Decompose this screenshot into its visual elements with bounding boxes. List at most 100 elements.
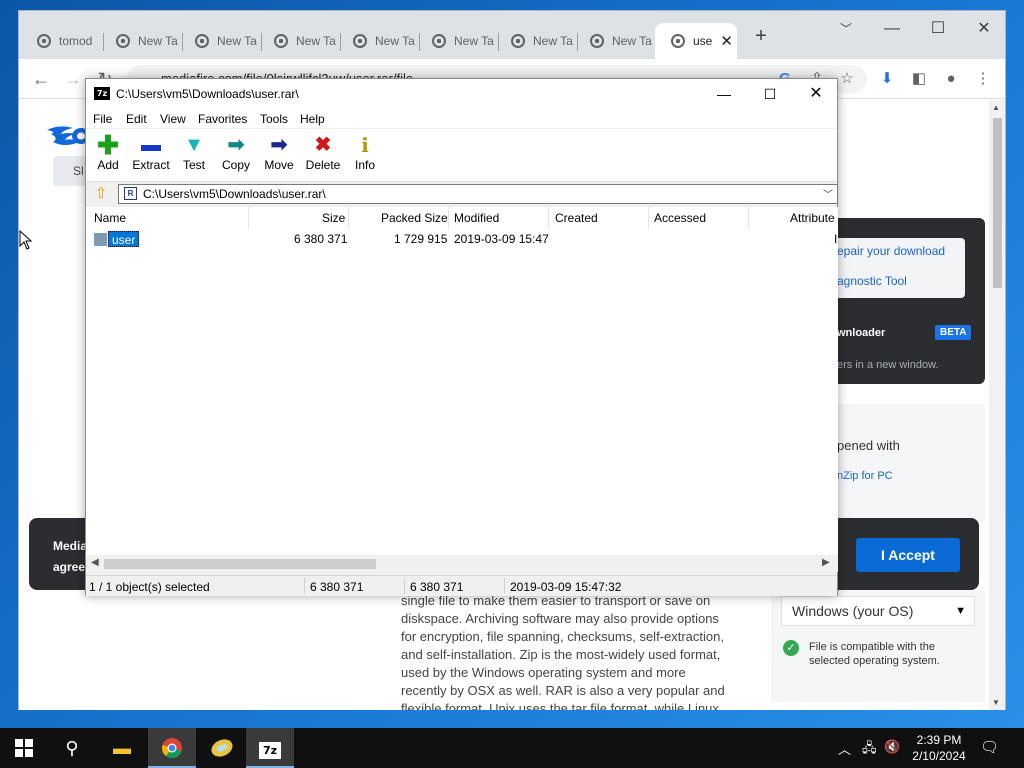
close-button[interactable]: ✕: [793, 79, 839, 109]
sevenzip-icon: 7z: [259, 742, 281, 759]
accept-cookies-button[interactable]: I Accept: [856, 538, 960, 572]
column-name[interactable]: Name: [94, 211, 126, 225]
file-explorer-icon[interactable]: ▬: [98, 728, 146, 768]
scroll-up-icon[interactable]: ▲: [992, 103, 1000, 112]
winzip-link[interactable]: nZip for PC: [837, 470, 893, 482]
article-line: recently by OSX as well. RAR is also a v…: [401, 683, 725, 698]
volume-muted-icon[interactable]: 🔇: [884, 739, 900, 755]
scroll-down-icon[interactable]: ▼: [992, 698, 1000, 707]
minimize-button[interactable]: —: [701, 79, 747, 109]
tab-close-icon[interactable]: ✕: [720, 32, 733, 50]
tab-favicon-icon: [116, 34, 130, 48]
page-scrollbar[interactable]: ▲ ▼: [989, 100, 1005, 710]
copy-button[interactable]: ➡ Copy: [220, 133, 252, 179]
test-button[interactable]: ▼ Test: [180, 133, 208, 179]
article-line: diskspace. Archiving software may also p…: [401, 611, 719, 626]
maximize-button[interactable]: ☐: [923, 17, 953, 41]
folder-up-icon[interactable]: ⇧: [92, 185, 110, 203]
browser-tab[interactable]: New Ta: [337, 23, 415, 59]
browser-tab[interactable]: New Ta: [574, 23, 652, 59]
notification-icon[interactable]: 🗨: [980, 738, 1000, 758]
column-modified[interactable]: Modified: [454, 211, 499, 225]
tab-favicon-icon: [353, 34, 367, 48]
address-row: ⇧ R C:\Users\vm5\Downloads\user.rar\ ﹀: [86, 181, 838, 205]
tab-strip: tomod New Ta New Ta New Ta New Ta New Ta…: [19, 11, 1005, 59]
mouse-cursor-icon: [19, 230, 33, 250]
menu-dots-icon[interactable]: ⋮: [971, 67, 995, 91]
add-button[interactable]: ✚ Add: [94, 132, 122, 179]
winrar-icon: [211, 739, 233, 757]
menu-file[interactable]: File: [93, 112, 112, 126]
column-size[interactable]: Size: [322, 211, 345, 225]
new-tab-button[interactable]: +: [749, 25, 773, 49]
horizontal-scrollbar[interactable]: ◀ ▶: [86, 555, 838, 572]
start-button[interactable]: [0, 728, 48, 768]
opened-with-text: pened with: [837, 438, 900, 453]
info-button[interactable]: i Info: [352, 133, 378, 179]
browser-tab[interactable]: New Ta: [179, 23, 257, 59]
article-line: and self-installation. Zip is the most-w…: [401, 647, 721, 662]
menu-view[interactable]: View: [160, 112, 186, 126]
file-name-cell[interactable]: user: [108, 231, 140, 247]
scrollbar-thumb[interactable]: [993, 118, 1002, 288]
chevron-up-icon[interactable]: ︿: [838, 739, 851, 758]
side-panel-icon[interactable]: ◧: [907, 67, 931, 91]
column-accessed[interactable]: Accessed: [654, 211, 706, 225]
clock[interactable]: 2:39 PM 2/10/2024: [908, 732, 970, 764]
tool-label: Move: [264, 158, 294, 172]
sevenzip-taskbar-icon[interactable]: 7z: [246, 728, 294, 768]
menu-help[interactable]: Help: [300, 112, 325, 126]
menu-tools[interactable]: Tools: [260, 112, 288, 126]
column-attributes[interactable]: Attribute: [790, 211, 835, 225]
downloader-label: wnloader: [837, 327, 886, 339]
diagnostic-tool-link[interactable]: agnostic Tool: [837, 274, 907, 288]
path-combobox[interactable]: R C:\Users\vm5\Downloads\user.rar\ ﹀: [118, 184, 838, 204]
browser-tab[interactable]: New Ta: [495, 23, 573, 59]
sevenzip-titlebar[interactable]: 7z C:\Users\vm5\Downloads\user.rar\ — ☐ …: [86, 79, 837, 109]
scroll-right-icon[interactable]: ▶: [822, 557, 830, 568]
move-button[interactable]: ➡ Move: [262, 133, 296, 179]
winrar-taskbar-icon[interactable]: [198, 728, 246, 768]
delete-x-icon: ✖: [314, 134, 332, 156]
profile-avatar-icon[interactable]: ●: [939, 67, 963, 91]
clock-time: 2:39 PM: [916, 733, 962, 747]
tab-favicon-icon: [274, 34, 288, 48]
article-text: single file to make them easier to trans…: [401, 592, 741, 710]
menu-edit[interactable]: Edit: [126, 112, 147, 126]
scroll-left-icon[interactable]: ◀: [91, 557, 99, 568]
repair-download-link[interactable]: epair your download: [837, 244, 945, 258]
network-icon[interactable]: 🖧: [862, 739, 877, 761]
browser-tab-active[interactable]: use ✕: [655, 23, 737, 59]
forward-arrow-icon[interactable]: →: [59, 65, 87, 93]
back-arrow-icon[interactable]: ←: [27, 65, 55, 93]
status-size: 6 380 371: [310, 580, 364, 594]
minimize-button[interactable]: —: [877, 17, 907, 41]
delete-button[interactable]: ✖ Delete: [304, 133, 342, 179]
close-button[interactable]: ✕: [969, 17, 999, 41]
column-packed-size[interactable]: Packed Size: [381, 211, 448, 225]
folder-icon: [94, 233, 107, 246]
maximize-button[interactable]: ☐: [747, 79, 793, 109]
download-icon[interactable]: ⬇: [875, 67, 899, 91]
tool-label: Info: [354, 158, 375, 172]
chrome-taskbar-icon[interactable]: [148, 728, 196, 768]
browser-tab[interactable]: New Ta: [258, 23, 336, 59]
search-icon[interactable]: ⚲: [48, 728, 96, 768]
tool-label: Delete: [305, 158, 341, 172]
scrollbar-thumb[interactable]: [104, 559, 376, 569]
extract-button[interactable]: ▬ Extract: [130, 133, 172, 179]
tab-search-chevron-icon[interactable]: ﹀: [831, 17, 861, 41]
new-window-text: ers in a new window.: [837, 359, 939, 371]
browser-tab[interactable]: tomod: [21, 23, 99, 59]
move-arrow-icon: ➡: [270, 134, 288, 156]
os-select[interactable]: Windows (your OS) ▼: [781, 596, 975, 626]
column-created[interactable]: Created: [555, 211, 598, 225]
browser-tab[interactable]: New Ta: [100, 23, 178, 59]
tool-label: Copy: [221, 158, 250, 172]
browser-tab[interactable]: New Ta: [416, 23, 494, 59]
beta-badge: BETA: [935, 325, 972, 340]
attributes-cell: I: [834, 232, 838, 246]
chevron-down-icon[interactable]: ﹀: [823, 187, 833, 205]
menu-favorites[interactable]: Favorites: [198, 112, 247, 126]
table-row[interactable]: user 6 380 371 1 729 915 2019-03-09 15:4…: [86, 231, 838, 249]
